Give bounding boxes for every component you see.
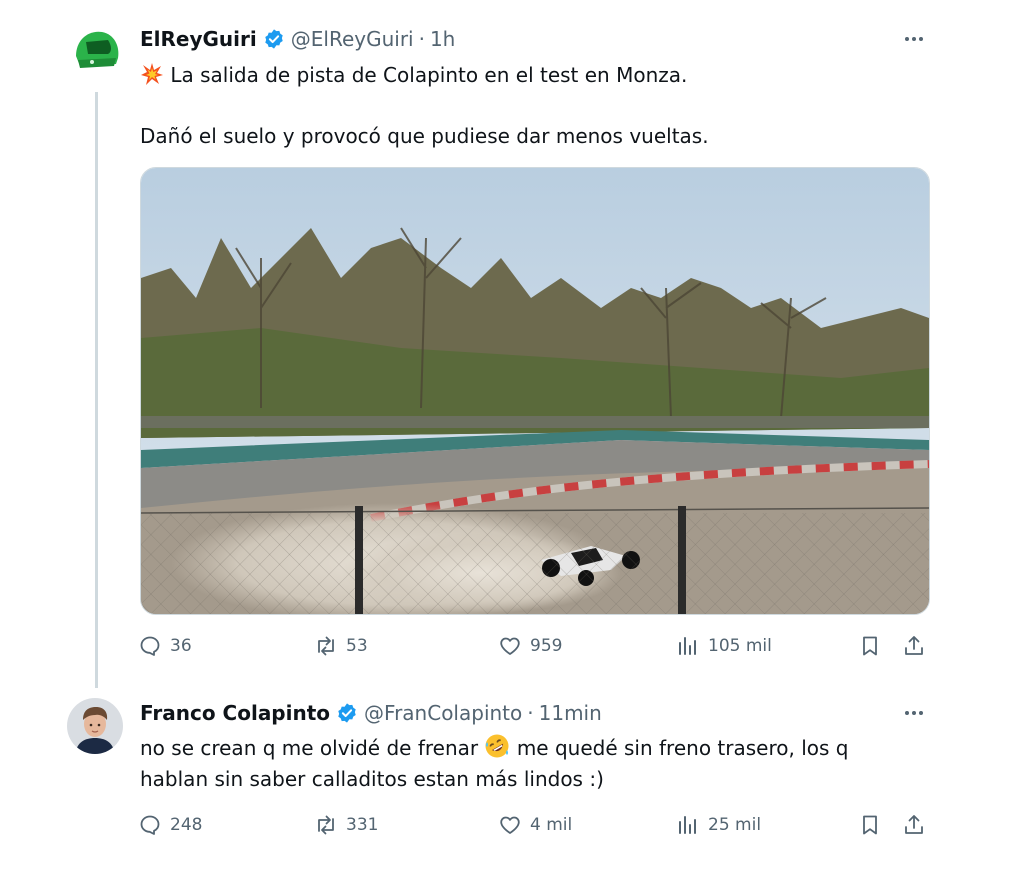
verified-badge-icon: [338, 703, 356, 723]
tweet1-views-count: 105 mil: [708, 636, 772, 656]
tweet1-actions: 36 53 959 105 mil: [138, 634, 930, 664]
tweet2-line1-end: me quedé sin freno trasero, los q: [516, 736, 849, 760]
tweet1-handle[interactable]: @ElReyGuiri: [291, 27, 414, 51]
tweet1-video-media[interactable]: [140, 167, 930, 615]
verified-badge-icon: [265, 29, 283, 49]
thread-connector-line: [95, 92, 98, 688]
tweet2-reply-count: 248: [170, 815, 203, 835]
tweet1-like-button[interactable]: 959: [498, 634, 562, 658]
tweet2-handle[interactable]: @FranColapinto: [364, 701, 522, 725]
francocolapinto-avatar[interactable]: [67, 698, 123, 754]
elreyguiri-avatar[interactable]: [70, 24, 122, 76]
tweet1-header: ElReyGuiri @ElReyGuiri · 1h: [140, 27, 455, 51]
tweet2-text-line1: no se crean q me olvidé de frenar me que…: [140, 731, 848, 765]
tweet2-timestamp[interactable]: 11min: [539, 701, 602, 725]
tweet1-bookmark-icon[interactable]: [858, 634, 882, 658]
tweet2-header: Franco Colapinto @FranColapinto · 11min: [140, 701, 602, 725]
tweet2-repost-count: 331: [346, 815, 379, 835]
tweet1-author-name[interactable]: ElReyGuiri: [140, 27, 257, 51]
tweet1-repost-button[interactable]: 53: [314, 634, 368, 658]
tweet1-like-count: 959: [530, 636, 563, 656]
views-chart-icon: [679, 637, 696, 655]
tweet2-text-line2: hablan sin saber calladitos estan más li…: [140, 767, 604, 791]
tweet1-separator: ·: [418, 27, 425, 51]
tweet1-views-button[interactable]: 105 mil: [676, 634, 772, 658]
tweet1-repost-count: 53: [346, 636, 368, 656]
collision-emoji: [141, 63, 163, 85]
tweet2-more-options-icon[interactable]: [900, 703, 928, 723]
tweet2-share-icon[interactable]: [902, 813, 926, 837]
tweet1-text-line2: Dañó el suelo y provocó que pudiese dar …: [140, 124, 709, 148]
tweet2-bookmark-icon[interactable]: [858, 813, 882, 837]
tweet1-line1: La salida de pista de Colapinto en el te…: [170, 63, 688, 87]
tweet2-like-button[interactable]: 4 mil: [498, 813, 572, 837]
tweet2-reply-button[interactable]: 248: [138, 813, 202, 837]
tweet2-line1-start: no se crean q me olvidé de frenar: [140, 736, 479, 760]
heart-icon: [500, 816, 520, 834]
tweet1-reply-button[interactable]: 36: [138, 634, 192, 658]
tweet1-timestamp[interactable]: 1h: [430, 27, 455, 51]
reply-icon: [140, 815, 160, 835]
tweet2-views-count: 25 mil: [708, 815, 762, 835]
tweet2-actions: 248 331 4 mil 25 mil: [138, 813, 930, 843]
tweet2-author-name[interactable]: Franco Colapinto: [140, 701, 330, 725]
tweet1-more-options-icon[interactable]: [900, 29, 928, 49]
reply-icon: [140, 636, 160, 656]
tweet2-like-count: 4 mil: [530, 815, 573, 835]
tweet2-separator: ·: [527, 701, 534, 725]
tweet1-text-line1: La salida de pista de Colapinto en el te…: [140, 58, 687, 92]
tweet1-reply-count: 36: [170, 636, 192, 656]
repost-icon: [318, 636, 334, 656]
tweet2-views-button[interactable]: 25 mil: [676, 813, 761, 837]
timeline: ElReyGuiri @ElReyGuiri · 1h La salida de…: [0, 0, 1024, 878]
repost-icon: [318, 815, 334, 835]
tweet2-repost-button[interactable]: 331: [314, 813, 378, 837]
views-chart-icon: [679, 816, 696, 834]
heart-icon: [500, 637, 520, 655]
rolling-on-floor-laughing-emoji: [485, 734, 509, 758]
tweet1-share-icon[interactable]: [902, 634, 926, 658]
crash-video-frame: [141, 168, 929, 614]
